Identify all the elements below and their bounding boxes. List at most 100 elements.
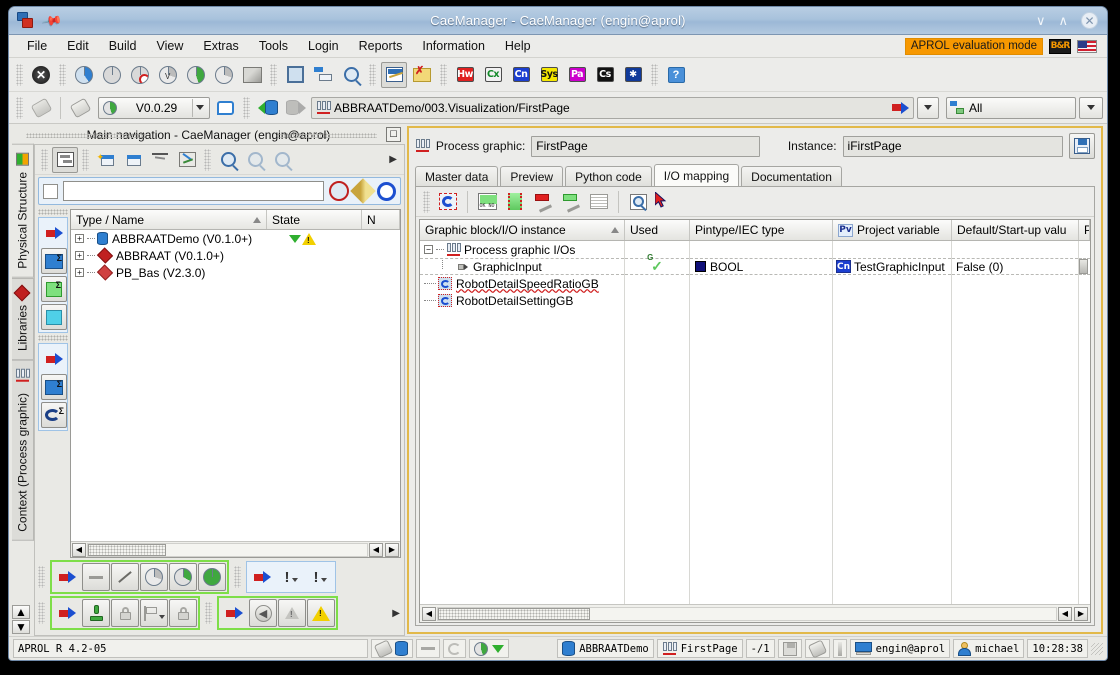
version-combo-arrow[interactable]: [192, 98, 207, 117]
status-user-host-cell[interactable]: engin@aprol: [849, 639, 951, 658]
grid-scroll-thumb[interactable]: [438, 607, 590, 620]
path-grip-2[interactable]: [243, 96, 250, 119]
dock-grip-left[interactable]: [26, 133, 146, 138]
sum-blue-button-2[interactable]: Σ: [41, 374, 67, 400]
maximize-button[interactable]: ∧: [1058, 14, 1068, 27]
grid-cell-pic-graphicinput[interactable]: [1079, 258, 1090, 275]
status-page-cell[interactable]: FirstPage: [656, 639, 743, 658]
grid-cell-pintype-graphicinput[interactable]: BOOL: [690, 258, 832, 275]
status-connection-cell[interactable]: [371, 638, 414, 659]
vtab-scroll-down[interactable]: ▼: [12, 620, 30, 634]
cx-button[interactable]: Cx: [480, 62, 506, 88]
bottom-grip-2[interactable]: [234, 566, 241, 588]
grid-cell-default-value-graphicinput[interactable]: False (0): [952, 258, 1078, 275]
close-folder-button[interactable]: ✗: [409, 62, 435, 88]
tab-io-mapping[interactable]: I/O mapping: [653, 164, 740, 186]
path-field[interactable]: ABBRAATDemo/003.Visualization/FirstPage: [311, 96, 914, 119]
menu-information[interactable]: Information: [422, 39, 485, 53]
cn-button[interactable]: Cn: [508, 62, 534, 88]
help-button[interactable]: ?: [663, 62, 689, 88]
grid-scroll-track[interactable]: [437, 606, 1057, 621]
hw-button[interactable]: Hw: [452, 62, 478, 88]
search-input[interactable]: [63, 181, 324, 201]
exclamation-button-2[interactable]: !: [306, 563, 334, 591]
toolbar-grip-6[interactable]: [651, 63, 658, 86]
search-forward-button[interactable]: [269, 147, 295, 173]
pie-version-button[interactable]: V: [155, 62, 181, 88]
lock-button-1[interactable]: [111, 599, 139, 627]
pie-full-button[interactable]: [198, 563, 226, 591]
grid-row-robotdetailspeedratiogb[interactable]: RobotDetailSpeedRatioGB: [420, 275, 624, 292]
filter-combo[interactable]: All: [946, 96, 1076, 119]
nav-toolbar-overflow[interactable]: ▶: [389, 154, 397, 165]
chip-green-button[interactable]: [502, 189, 528, 215]
search-button[interactable]: [282, 62, 308, 88]
grid-scroll-right[interactable]: ▶: [1074, 606, 1088, 621]
stop-button[interactable]: ✕: [28, 62, 54, 88]
pie-forbidden-button[interactable]: [127, 62, 153, 88]
grid-row-graphicinput[interactable]: GraphicInput: [420, 258, 624, 275]
goto-instance-button[interactable]: [41, 220, 67, 246]
status-refresh-cell[interactable]: [443, 639, 467, 658]
grid-scroll-left[interactable]: ◀: [422, 606, 436, 621]
tree-col-n[interactable]: N: [362, 210, 400, 229]
tree-scroll-left[interactable]: ◀: [72, 542, 86, 557]
link-disabled-button[interactable]: [28, 95, 54, 121]
grid-col-project-variable[interactable]: Pv Project variable: [833, 220, 952, 240]
tab-documentation[interactable]: Documentation: [741, 166, 842, 186]
goto-button-2[interactable]: [248, 563, 276, 591]
grid-scroll-left-2[interactable]: ◀: [1058, 606, 1072, 621]
bottom-toolbar-overflow[interactable]: ▶: [392, 608, 400, 619]
tree-scroll-thumb[interactable]: [88, 543, 166, 556]
dock-grip-right[interactable]: [277, 133, 377, 138]
bottom-grip-1[interactable]: [38, 566, 45, 588]
open-window-button[interactable]: [120, 147, 146, 173]
restore-icon[interactable]: ☐: [386, 127, 401, 142]
tree-view-button[interactable]: [310, 62, 336, 88]
grid-cell-used-graphicinput[interactable]: G ✓: [625, 253, 689, 275]
nav-grip-3[interactable]: [204, 148, 211, 171]
tab-master-data[interactable]: Master data: [415, 166, 499, 186]
tab-python-code[interactable]: Python code: [565, 166, 652, 186]
tree-side-grip-2[interactable]: [38, 335, 68, 341]
toolbar-grip[interactable]: [16, 63, 23, 86]
toolbar-grip-4[interactable]: [369, 63, 376, 86]
goto-icon[interactable]: [892, 101, 909, 114]
grid-col-used[interactable]: Used: [625, 220, 690, 240]
save-button[interactable]: [1069, 133, 1095, 159]
grid-row-process-graphic-ios[interactable]: − Process graphic I/Os: [420, 241, 624, 258]
minimize-button[interactable]: ∨: [1036, 14, 1046, 27]
nav-grip-2[interactable]: [82, 148, 89, 171]
build-all-button[interactable]: [239, 62, 265, 88]
warning-yellow-button[interactable]: [307, 599, 335, 627]
menu-help[interactable]: Help: [505, 39, 531, 53]
toolbar-grip-5[interactable]: [440, 63, 447, 86]
lock-button-2[interactable]: [169, 599, 197, 627]
find-checkbox[interactable]: [43, 183, 58, 199]
search-user-button[interactable]: [338, 62, 364, 88]
filter-combo-arrow[interactable]: [1082, 99, 1100, 117]
sys-button[interactable]: Sys: [536, 62, 562, 88]
language-flag-icon[interactable]: [1077, 39, 1097, 53]
list-button[interactable]: [586, 189, 612, 215]
grid-col-pic[interactable]: Pic: [1079, 220, 1090, 240]
line-button[interactable]: [111, 563, 139, 591]
resize-grip[interactable]: [1091, 642, 1103, 655]
edit-pencil-icon[interactable]: [350, 178, 376, 204]
sync-sum-button[interactable]: Σ: [41, 402, 67, 428]
exclamation-button-1[interactable]: !: [277, 563, 305, 591]
path-toolbar-grip[interactable]: [16, 96, 23, 119]
nav-search-button[interactable]: [215, 147, 241, 173]
status-build-cell[interactable]: [469, 639, 510, 658]
tree-row-abbraat[interactable]: + ABBRAAT (V0.1.0+): [71, 247, 400, 264]
sum-blue-button[interactable]: Σ: [41, 248, 67, 274]
warning-grey-button[interactable]: [278, 599, 306, 627]
tree-col-state[interactable]: State: [267, 210, 362, 229]
grid-horizontal-scrollbar[interactable]: ◀ ◀ ▶: [420, 604, 1090, 622]
pie-half-button[interactable]: [169, 563, 197, 591]
menu-view[interactable]: View: [157, 39, 184, 53]
pie-grey-button[interactable]: [99, 62, 125, 88]
toolbar-grip-3[interactable]: [270, 63, 277, 86]
show-tree-button[interactable]: [52, 146, 78, 173]
connect-green-button[interactable]: [558, 189, 584, 215]
